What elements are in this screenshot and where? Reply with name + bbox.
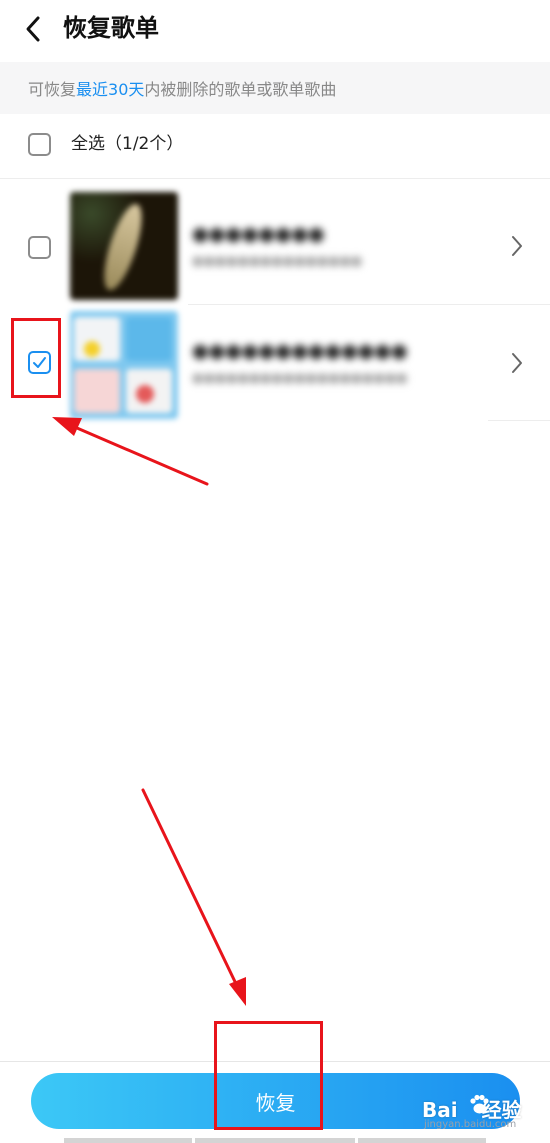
playlist-cover (70, 311, 178, 419)
playlist-subtitle: ●●●●●●●●●●●●●●●●●●● (192, 371, 408, 386)
footer-divider (0, 1061, 550, 1062)
watermark-url: jingyan.baidu.com (424, 1119, 517, 1130)
home-indicator (64, 1138, 192, 1143)
paw-icon (470, 1094, 489, 1114)
playlist-cover (70, 192, 178, 300)
annotation-arrow-to-restore (141, 788, 246, 1006)
header: 恢复歌单 (0, 0, 550, 58)
divider (488, 420, 550, 421)
chevron-right-icon (512, 236, 522, 256)
notice-highlight: 最近30天 (76, 80, 145, 99)
playlist-detail-button[interactable] (507, 233, 527, 259)
select-all-label: 全选（1/2个） (71, 134, 184, 154)
notice-suffix: 内被删除的歌单或歌单歌曲 (144, 80, 337, 99)
playlist-item[interactable]: ●●●●●●●● ●●●●●●●●●●●●●●● (0, 183, 550, 300)
playlist-detail-button[interactable] (507, 350, 527, 376)
select-all-row[interactable]: 全选（1/2个） (0, 116, 550, 176)
playlist-title: ●●●●●●●●●●●●● (192, 340, 408, 362)
home-indicator (195, 1138, 355, 1143)
playlist-subtitle: ●●●●●●●●●●●●●●● (192, 254, 363, 269)
chevron-left-icon (26, 16, 40, 42)
divider (0, 178, 550, 179)
playlist-checkbox[interactable] (28, 236, 51, 259)
playlist-item[interactable]: ●●●●●●●●●●●●● ●●●●●●●●●●●●●●●●●●● (0, 302, 550, 419)
chevron-right-icon (512, 353, 522, 373)
back-button[interactable] (14, 10, 52, 48)
select-all-checkbox[interactable] (28, 133, 51, 156)
notice-prefix: 可恢复 (28, 80, 77, 99)
playlist-title: ●●●●●●●● (192, 223, 325, 245)
check-icon (33, 357, 46, 368)
page-title: 恢复歌单 (63, 14, 159, 42)
baidu-jingyan-watermark: Bai 经验 jingyan.baidu.com (418, 1088, 548, 1140)
playlist-checkbox[interactable] (28, 351, 51, 374)
annotation-arrow-to-checkbox (52, 417, 209, 486)
retention-notice: 可恢复 最近30天 内被删除的歌单或歌单歌曲 (0, 62, 550, 114)
